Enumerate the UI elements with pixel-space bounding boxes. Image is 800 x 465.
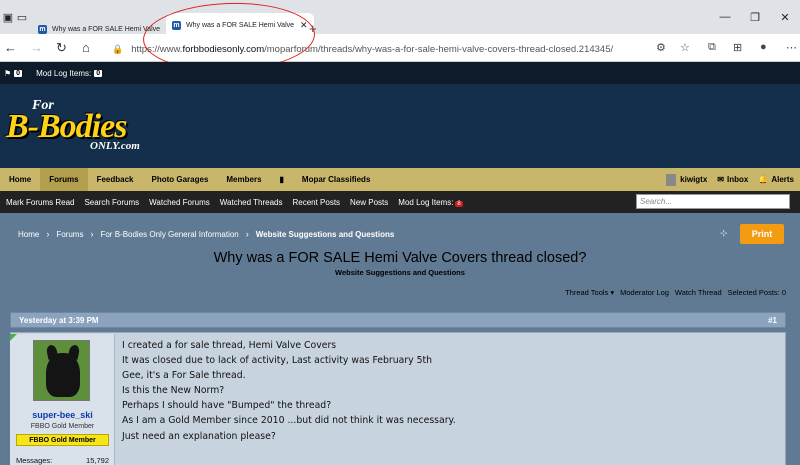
user-name[interactable]: kiwigtx [680, 175, 707, 184]
mod-log-count: 0 [94, 69, 103, 77]
user-title: FBBO Gold Member [30, 423, 95, 430]
admin-bar: ⚑ 0 Mod Log Items: 0 [0, 62, 800, 84]
url-domain: forbbodiesonly.com [182, 43, 265, 55]
avatar-dog [46, 353, 80, 397]
breadcrumb-forums[interactable]: Forums [56, 230, 83, 239]
sitemap-icon[interactable]: ⊹ [720, 228, 728, 239]
flag-icon[interactable]: ⚑ [4, 69, 11, 78]
site-logo[interactable]: For B-Bodies ONLY.com [4, 98, 184, 158]
mod-log-badge: 8 [455, 200, 463, 207]
logo-only-text: ONLY.com [90, 140, 140, 152]
inbox-link[interactable]: Inbox [727, 175, 748, 184]
user-stat: Messages: 15,792 [16, 456, 109, 465]
subnav-recent-posts[interactable]: Recent Posts [292, 198, 340, 207]
post-line: I created a for sale thread, Hemi Valve … [122, 340, 337, 351]
post-header: Yesterday at 3:39 PM #1 [10, 312, 786, 328]
url-prefix: https://www. [131, 43, 183, 55]
nav-forums[interactable]: Forums [40, 168, 88, 191]
print-button[interactable]: Print [740, 224, 784, 244]
breadcrumb: Home › Forums › For B-Bodies Only Genera… [18, 229, 394, 239]
user-stat-value: 15,792 [86, 456, 109, 465]
alerts-link[interactable]: Alerts [771, 175, 794, 184]
post-line: As I am a Gold Member since 2010 ...but … [122, 415, 456, 427]
user-banner: FBBO Gold Member [16, 434, 109, 446]
moderator-log-link[interactable]: Moderator Log [620, 288, 669, 297]
post-message: I created a for sale thread, Hemi Valve … [122, 338, 722, 444]
more-options-icon[interactable]: ⋯ [786, 41, 797, 54]
subnav-mod-log[interactable]: Mod Log Items: 8 [398, 197, 463, 207]
post-line: Perhaps I should have "Bumped" the threa… [122, 400, 332, 412]
nav-feedback[interactable]: Feedback [88, 168, 143, 191]
url-path: /moparforum/threads/why-was-a-for-sale-h… [264, 43, 614, 55]
thread-tools-menu[interactable]: Thread Tools ▾ [565, 288, 614, 297]
tab-favicon-icon: m [38, 24, 47, 34]
forward-icon[interactable]: → [30, 40, 43, 55]
avatar[interactable] [33, 340, 90, 401]
restore-icon[interactable]: ❐ [740, 0, 770, 34]
thread-title: Why was a FOR SALE Hemi Valve Covers thr… [213, 250, 587, 266]
post-author[interactable]: super-bee_ski [10, 410, 115, 420]
bell-icon[interactable]: 🔔 [758, 175, 768, 184]
new-post-marker [10, 334, 17, 341]
subnav-new-posts[interactable]: New Posts [350, 198, 388, 207]
mod-log-label[interactable]: Mod Log Items: [36, 69, 91, 78]
address-bar: ← → ↻ ⌂ 🔒 https://www. forbbodiesonly.com… [0, 34, 800, 62]
sub-nav: Mark Forums Read Search Forums Watched F… [0, 191, 800, 213]
user-panel: super-bee_ski FBBO Gold Member FBBO Gold… [10, 334, 115, 465]
chevron-right-icon: › [90, 229, 94, 239]
breadcrumb-home[interactable]: Home [18, 230, 39, 239]
post-line: It was closed due to lack of activity, L… [122, 355, 433, 367]
nav-members[interactable]: Members [217, 168, 270, 191]
search-input[interactable]: Search... [636, 194, 790, 209]
tab-actions-icon[interactable]: ▭ [14, 0, 30, 34]
site-permissions-icon[interactable]: ⚙ [656, 41, 666, 54]
tab-title: Why was a FOR SALE Hemi Valve [52, 25, 161, 33]
main-nav: Home Forums Feedback Photo Garages Membe… [0, 168, 800, 191]
close-tab-icon[interactable]: ✕ [300, 20, 308, 31]
user-avatar-icon[interactable] [666, 173, 677, 186]
back-icon[interactable]: ← [4, 40, 17, 55]
extensions-icon[interactable]: ⧉ [708, 41, 716, 54]
selected-posts[interactable]: Selected Posts: 0 [728, 288, 786, 297]
profile-icon[interactable]: ● [760, 41, 767, 53]
browser-tab-bar: ▣ ▭ m Why was a FOR SALE Hemi Valve ✕ m … [0, 0, 800, 37]
user-nav: kiwigtx ✉ Inbox 🔔 Alerts [656, 168, 794, 191]
breadcrumb-forum[interactable]: Website Suggestions and Questions [256, 230, 395, 239]
watch-thread-link[interactable]: Watch Thread [675, 288, 722, 297]
subnav-mark-forums-read[interactable]: Mark Forums Read [6, 198, 74, 207]
reload-icon[interactable]: ↻ [56, 40, 67, 56]
subnav-watched-threads[interactable]: Watched Threads [220, 198, 283, 207]
post-number[interactable]: #1 [768, 316, 777, 325]
close-window-icon[interactable]: ✕ [770, 0, 800, 34]
tab-title: Why was a FOR SALE Hemi Valve [186, 21, 295, 29]
thread-tools: Thread Tools ▾ Moderator Log Watch Threa… [559, 288, 786, 297]
chevron-right-icon: › [245, 229, 249, 239]
site-header: For B-Bodies ONLY.com [0, 84, 800, 168]
home-icon[interactable]: ⌂ [82, 40, 90, 55]
url-field[interactable]: 🔒 https://www. forbbodiesonly.com/moparfo… [112, 40, 632, 58]
nav-photo-garages[interactable]: Photo Garages [142, 168, 217, 191]
tab-favicon-icon: m [172, 20, 181, 30]
breadcrumb-category[interactable]: For B-Bodies Only General Information [100, 230, 238, 239]
collections-icon[interactable]: ⊞ [733, 41, 742, 54]
lock-icon: 🔒 [112, 43, 124, 54]
subnav-search-forums[interactable]: Search Forums [84, 198, 139, 207]
post-time[interactable]: Yesterday at 3:39 PM [19, 316, 99, 325]
flag-count: 0 [14, 69, 23, 77]
post-line: Is this the New Norm? [122, 385, 225, 397]
subnav-mod-log-label: Mod Log Items: [398, 197, 454, 207]
minimize-icon[interactable]: — [710, 0, 740, 34]
favorite-star-icon[interactable]: ☆ [680, 41, 690, 54]
thread-forum-link[interactable]: Website Suggestions and Questions [0, 268, 800, 277]
inbox-icon[interactable]: ✉ [717, 175, 724, 184]
post-line: Gee, it's a For Sale thread. [122, 370, 246, 382]
user-stat-label: Messages: [16, 456, 53, 465]
nav-home[interactable]: Home [0, 168, 40, 191]
subnav-watched-forums[interactable]: Watched Forums [149, 198, 210, 207]
nav-mopar-classifieds[interactable]: Mopar Classifieds [293, 168, 379, 191]
bookmark-icon[interactable]: ▮ [271, 168, 293, 191]
chevron-right-icon: › [46, 229, 50, 239]
post-line: Just need an explanation please? [122, 430, 276, 442]
